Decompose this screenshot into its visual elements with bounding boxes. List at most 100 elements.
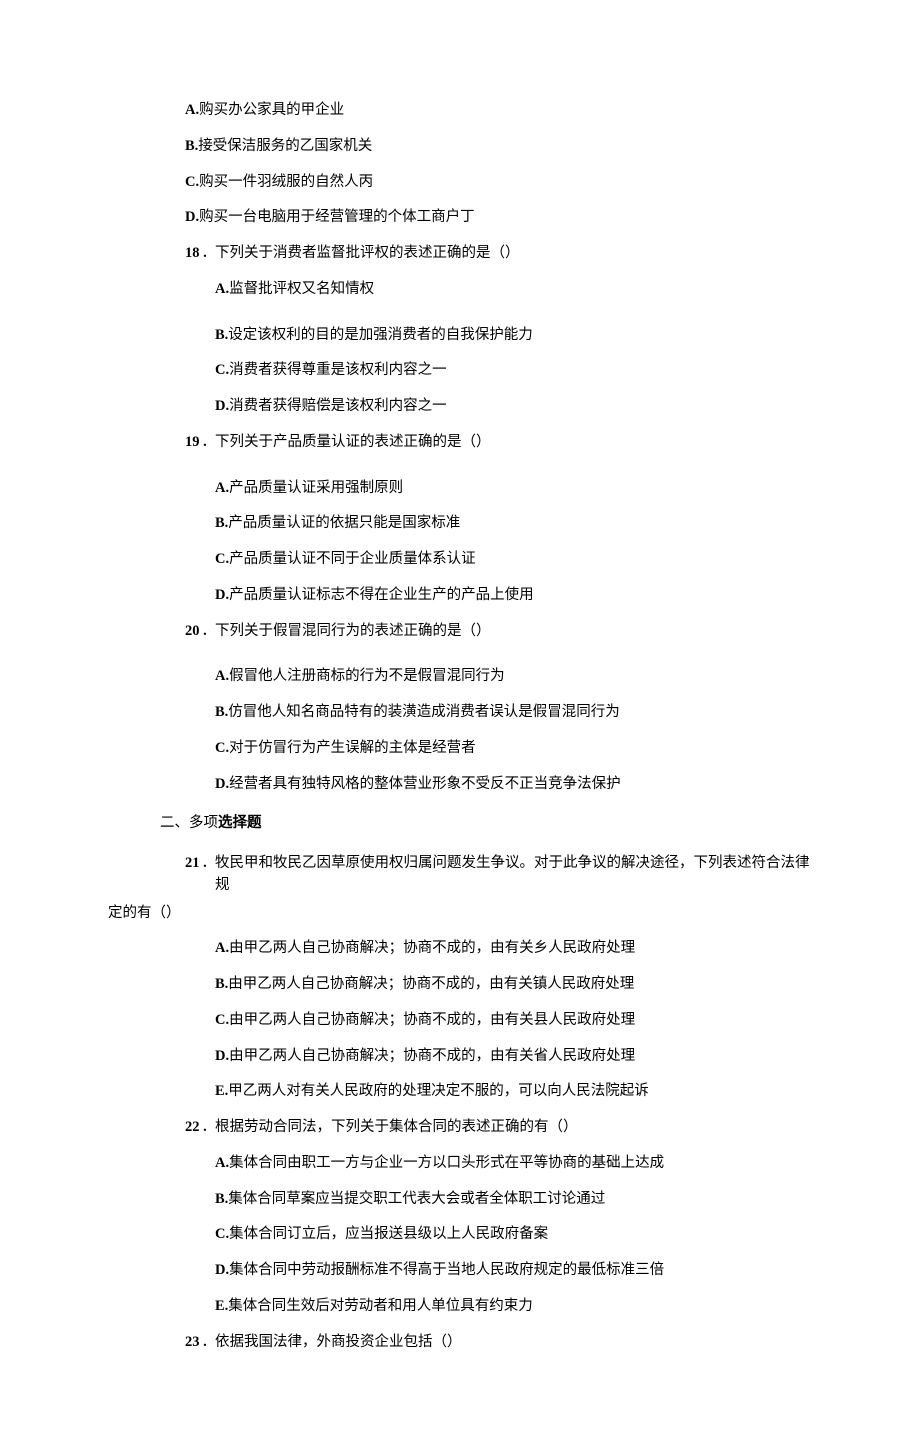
q22-option-c: C.集体合同订立后，应当报送县级以上人民政府备案: [215, 1224, 810, 1246]
option-label: A.: [215, 480, 229, 496]
option-text: 集体合同草案应当提交职工代表大会或者全体职工讨论通过: [228, 1191, 605, 1207]
option-label: B.: [215, 515, 228, 531]
q21-option-e: E.甲乙两人对有关人民政府的处理决定不服的，可以向人民法院起诉: [215, 1081, 810, 1103]
option-text: 购买一件羽绒服的自然人丙: [199, 174, 373, 190]
section-heading-bold: 选择题: [218, 815, 262, 831]
question-text: 牧民甲和牧民乙因草原使用权归属问题发生争议。对于此争议的解决途径，下列表述符合法…: [215, 853, 810, 897]
option-label: C.: [215, 362, 229, 378]
option-label: D.: [215, 587, 229, 603]
option-label: B.: [215, 327, 228, 343]
option-text: 监督批评权又名知情权: [229, 281, 374, 297]
question-number: 20 .: [185, 621, 215, 643]
section-2-heading: 二、多项选择题: [160, 813, 810, 835]
option-text: 由甲乙两人自己协商解决；协商不成的，由有关省人民政府处理: [229, 1048, 635, 1064]
question-number: 18 .: [185, 243, 215, 265]
option-label: B.: [215, 1191, 228, 1207]
option-text: 假冒他人注册商标的行为不是假冒混同行为: [229, 668, 505, 684]
q19-option-c: C.产品质量认证不同于企业质量体系认证: [215, 549, 810, 571]
option-label: D.: [215, 776, 229, 792]
q17-option-c: C.购买一件羽绒服的自然人丙: [185, 172, 810, 194]
option-text: 集体合同生效后对劳动者和用人单位具有约束力: [228, 1298, 533, 1314]
q23-stem: 23 . 依据我国法律，外商投资企业包括（）: [185, 1332, 810, 1354]
q17-option-a: A.购买办公家具的甲企业: [185, 100, 810, 122]
option-label: C.: [185, 174, 199, 190]
q22-option-d: D.集体合同中劳动报酬标准不得高于当地人民政府规定的最低标准三倍: [215, 1260, 810, 1282]
q18-option-a: A.监督批评权又名知情权: [215, 279, 810, 301]
q21: 21 . 牧民甲和牧民乙因草原使用权归属问题发生争议。对于此争议的解决途径，下列…: [160, 853, 810, 924]
option-label: C.: [215, 551, 229, 567]
option-label: A.: [185, 102, 199, 118]
q19-stem: 19 . 下列关于产品质量认证的表述正确的是（）: [185, 432, 810, 454]
option-label: D.: [185, 209, 199, 225]
option-text: 由甲乙两人自己协商解决；协商不成的，由有关乡人民政府处理: [229, 940, 635, 956]
option-text: 消费者获得赔偿是该权利内容之一: [229, 398, 447, 414]
q17-option-b: B.接受保洁服务的乙国家机关: [185, 136, 810, 158]
option-text: 甲乙两人对有关人民政府的处理决定不服的，可以向人民法院起诉: [228, 1083, 649, 1099]
option-text: 产品质量认证标志不得在企业生产的产品上使用: [229, 587, 534, 603]
option-text: 设定该权利的目的是加强消费者的自我保护能力: [228, 327, 533, 343]
q18-stem: 18 . 下列关于消费者监督批评权的表述正确的是（）: [185, 243, 810, 265]
option-label: D.: [215, 398, 229, 414]
question-text: 下列关于产品质量认证的表述正确的是（）: [215, 432, 810, 454]
question-number: 19 .: [185, 432, 215, 454]
option-text: 由甲乙两人自己协商解决；协商不成的，由有关镇人民政府处理: [228, 976, 634, 992]
option-text: 购买一台电脑用于经营管理的个体工商户丁: [199, 209, 475, 225]
q19-option-a: A.产品质量认证采用强制原则: [215, 478, 810, 500]
question-number: 21 .: [185, 853, 215, 897]
q20-stem: 20 . 下列关于假冒混同行为的表述正确的是（）: [185, 621, 810, 643]
q22-option-a: A.集体合同由职工一方与企业一方以口头形式在平等协商的基础上达成: [215, 1153, 810, 1175]
q20-option-b: B.仿冒他人知名商品特有的装潢造成消费者误认是假冒混同行为: [215, 702, 810, 724]
q21-option-c: C.由甲乙两人自己协商解决；协商不成的，由有关县人民政府处理: [215, 1010, 810, 1032]
q22-option-b: B.集体合同草案应当提交职工代表大会或者全体职工讨论通过: [215, 1189, 810, 1211]
question-text: 下列关于假冒混同行为的表述正确的是（）: [215, 621, 810, 643]
question-number: 23 .: [185, 1332, 215, 1354]
option-text: 产品质量认证的依据只能是国家标准: [228, 515, 460, 531]
question-text: 根据劳动合同法，下列关于集体合同的表述正确的有（）: [215, 1117, 810, 1139]
option-label: B.: [215, 976, 228, 992]
q19-option-d: D.产品质量认证标志不得在企业生产的产品上使用: [215, 585, 810, 607]
option-text: 仿冒他人知名商品特有的装潢造成消费者误认是假冒混同行为: [228, 704, 620, 720]
q20-option-d: D.经营者具有独特风格的整体营业形象不受反不正当竞争法保护: [215, 774, 810, 796]
option-label: C.: [215, 1226, 229, 1242]
option-text: 集体合同由职工一方与企业一方以口头形式在平等协商的基础上达成: [229, 1155, 664, 1171]
q17-option-d: D.购买一台电脑用于经营管理的个体工商户丁: [185, 207, 810, 229]
option-label: A.: [215, 668, 229, 684]
option-label: B.: [185, 138, 198, 154]
question-text-tail: 定的有（）: [108, 903, 810, 925]
q21-option-b: B.由甲乙两人自己协商解决；协商不成的，由有关镇人民政府处理: [215, 974, 810, 996]
question-text: 依据我国法律，外商投资企业包括（）: [215, 1332, 810, 1354]
option-text: 消费者获得尊重是该权利内容之一: [229, 362, 447, 378]
option-text: 由甲乙两人自己协商解决；协商不成的，由有关县人民政府处理: [229, 1012, 635, 1028]
q18-option-d: D.消费者获得赔偿是该权利内容之一: [215, 396, 810, 418]
q22-option-e: E.集体合同生效后对劳动者和用人单位具有约束力: [215, 1296, 810, 1318]
q18-option-b: B.设定该权利的目的是加强消费者的自我保护能力: [215, 325, 810, 347]
document-page: A.购买办公家具的甲企业 B.接受保洁服务的乙国家机关 C.购买一件羽绒服的自然…: [0, 0, 920, 1447]
option-text: 产品质量认证采用强制原则: [229, 480, 403, 496]
option-label: A.: [215, 940, 229, 956]
q18-option-c: C.消费者获得尊重是该权利内容之一: [215, 360, 810, 382]
option-text: 接受保洁服务的乙国家机关: [198, 138, 372, 154]
q22-stem: 22 . 根据劳动合同法，下列关于集体合同的表述正确的有（）: [185, 1117, 810, 1139]
section-heading-prefix: 二、多项: [160, 815, 218, 831]
option-label: E.: [215, 1083, 228, 1099]
option-label: A.: [215, 281, 229, 297]
q20-option-c: C.对于仿冒行为产生误解的主体是经营者: [215, 738, 810, 760]
option-text: 集体合同订立后，应当报送县级以上人民政府备案: [229, 1226, 548, 1242]
q20-option-a: A.假冒他人注册商标的行为不是假冒混同行为: [215, 666, 810, 688]
option-label: D.: [215, 1048, 229, 1064]
option-label: D.: [215, 1262, 229, 1278]
option-label: C.: [215, 1012, 229, 1028]
option-label: B.: [215, 704, 228, 720]
q21-option-d: D.由甲乙两人自己协商解决；协商不成的，由有关省人民政府处理: [215, 1046, 810, 1068]
option-text: 购买办公家具的甲企业: [199, 102, 344, 118]
question-number: 22 .: [185, 1117, 215, 1139]
q21-option-a: A.由甲乙两人自己协商解决；协商不成的，由有关乡人民政府处理: [215, 938, 810, 960]
option-label: C.: [215, 740, 229, 756]
option-text: 对于仿冒行为产生误解的主体是经营者: [229, 740, 476, 756]
option-text: 产品质量认证不同于企业质量体系认证: [229, 551, 476, 567]
question-text: 下列关于消费者监督批评权的表述正确的是（）: [215, 243, 810, 265]
q19-option-b: B.产品质量认证的依据只能是国家标准: [215, 513, 810, 535]
option-label: A.: [215, 1155, 229, 1171]
option-text: 集体合同中劳动报酬标准不得高于当地人民政府规定的最低标准三倍: [229, 1262, 664, 1278]
option-text: 经营者具有独特风格的整体营业形象不受反不正当竞争法保护: [229, 776, 621, 792]
